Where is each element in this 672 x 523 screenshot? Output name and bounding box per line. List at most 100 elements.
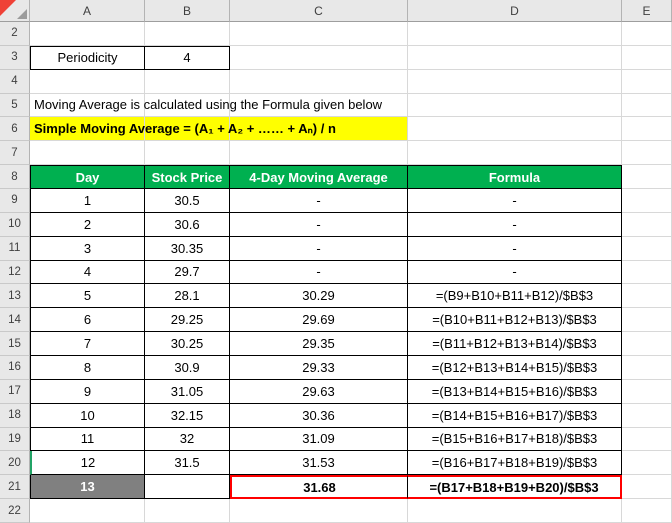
row-header-11[interactable]: 11 (0, 237, 30, 261)
cell-A3[interactable]: Periodicity (30, 46, 145, 70)
cell-D13[interactable]: =(B9+B10+B11+B12)/$B$3 (408, 284, 622, 308)
cell-E20[interactable] (622, 451, 672, 475)
cell-B16[interactable]: 30.9 (145, 356, 230, 380)
cell-C14[interactable]: 29.69 (230, 308, 408, 332)
cell-D10[interactable]: - (408, 213, 622, 237)
cell-B10[interactable]: 30.6 (145, 213, 230, 237)
cell-E14[interactable] (622, 308, 672, 332)
cell-A14[interactable]: 6 (30, 308, 145, 332)
row-header-22[interactable]: 22 (0, 499, 30, 523)
row-header-13[interactable]: 13 (0, 284, 30, 308)
cell-E9[interactable] (622, 189, 672, 213)
cell-A17[interactable]: 9 (30, 380, 145, 404)
cell-B14[interactable]: 29.25 (145, 308, 230, 332)
column-header-e[interactable]: E (622, 0, 672, 22)
cell-B13[interactable]: 28.1 (145, 284, 230, 308)
cell-C22[interactable] (230, 499, 408, 523)
cell-E15[interactable] (622, 332, 672, 356)
cell-D18[interactable]: =(B14+B15+B16+B17)/$B$3 (408, 404, 622, 428)
cell-A19[interactable]: 11 (30, 428, 145, 452)
cell-D5[interactable] (408, 94, 622, 118)
cell-D17[interactable]: =(B13+B14+B15+B16)/$B$3 (408, 380, 622, 404)
cell-A20[interactable]: 12 (30, 451, 145, 475)
cell-A9[interactable]: 1 (30, 189, 145, 213)
cell-D9[interactable]: - (408, 189, 622, 213)
cell-E5[interactable] (622, 94, 672, 118)
cell-B19[interactable]: 32 (145, 428, 230, 452)
cell-A7[interactable] (30, 141, 145, 165)
cell-C7[interactable] (230, 141, 408, 165)
cell-C13[interactable]: 30.29 (230, 284, 408, 308)
cell-E11[interactable] (622, 237, 672, 261)
row-header-9[interactable]: 9 (0, 189, 30, 213)
cell-A10[interactable]: 2 (30, 213, 145, 237)
cell-C20[interactable]: 31.53 (230, 451, 408, 475)
cell-D19[interactable]: =(B15+B16+B17+B18)/$B$3 (408, 428, 622, 452)
row-header-10[interactable]: 10 (0, 213, 30, 237)
cell-A2[interactable] (30, 22, 145, 46)
cell-E17[interactable] (622, 380, 672, 404)
cell-E12[interactable] (622, 261, 672, 285)
cell-B2[interactable] (145, 22, 230, 46)
cell-E3[interactable] (622, 46, 672, 70)
cell-B4[interactable] (145, 70, 230, 94)
row-header-15[interactable]: 15 (0, 332, 30, 356)
cell-A13[interactable]: 5 (30, 284, 145, 308)
cell-B21[interactable] (145, 475, 230, 499)
cell-E2[interactable] (622, 22, 672, 46)
column-header-a[interactable]: A (30, 0, 145, 22)
cell-A16[interactable]: 8 (30, 356, 145, 380)
cell-C19[interactable]: 31.09 (230, 428, 408, 452)
cell-D7[interactable] (408, 141, 622, 165)
cell-A15[interactable]: 7 (30, 332, 145, 356)
cell-D21[interactable]: =(B17+B18+B19+B20)/$B$3 (408, 475, 622, 499)
cell-D20[interactable]: =(B16+B17+B18+B19)/$B$3 (408, 451, 622, 475)
row-header-18[interactable]: 18 (0, 404, 30, 428)
cell-B20[interactable]: 31.5 (145, 451, 230, 475)
cell-C16[interactable]: 29.33 (230, 356, 408, 380)
cell-C9[interactable]: - (230, 189, 408, 213)
cell-C12[interactable]: - (230, 261, 408, 285)
cell-E4[interactable] (622, 70, 672, 94)
cell-B9[interactable]: 30.5 (145, 189, 230, 213)
cell-B22[interactable] (145, 499, 230, 523)
cell-D6[interactable] (408, 117, 622, 141)
cell-A22[interactable] (30, 499, 145, 523)
cell-E18[interactable] (622, 404, 672, 428)
cell-B3[interactable]: 4 (145, 46, 230, 70)
cell-C2[interactable] (230, 22, 408, 46)
cell-C8[interactable]: 4-Day Moving Average (230, 165, 408, 189)
column-header-d[interactable]: D (408, 0, 622, 22)
cell-E13[interactable] (622, 284, 672, 308)
cell-D2[interactable] (408, 22, 622, 46)
cell-D11[interactable]: - (408, 237, 622, 261)
select-all-corner[interactable] (0, 0, 30, 22)
cell-E19[interactable] (622, 428, 672, 452)
row-header-3[interactable]: 3 (0, 46, 30, 70)
cell-D12[interactable]: - (408, 261, 622, 285)
cell-C21[interactable]: 31.68 (230, 475, 408, 499)
cell-D14[interactable]: =(B10+B11+B12+B13)/$B$3 (408, 308, 622, 332)
cell-D16[interactable]: =(B12+B13+B14+B15)/$B$3 (408, 356, 622, 380)
cell-C11[interactable]: - (230, 237, 408, 261)
cell-D8[interactable]: Formula (408, 165, 622, 189)
row-header-2[interactable]: 2 (0, 22, 30, 46)
cell-A5[interactable]: Moving Average is calculated using the F… (30, 94, 145, 118)
row-header-19[interactable]: 19 (0, 428, 30, 452)
row-header-4[interactable]: 4 (0, 70, 30, 94)
cell-E21[interactable] (622, 475, 672, 499)
column-header-b[interactable]: B (145, 0, 230, 22)
cell-D4[interactable] (408, 70, 622, 94)
row-header-20[interactable]: 20 (0, 451, 30, 475)
cell-C10[interactable]: - (230, 213, 408, 237)
cell-A11[interactable]: 3 (30, 237, 145, 261)
row-header-7[interactable]: 7 (0, 141, 30, 165)
row-header-21[interactable]: 21 (0, 475, 30, 499)
cell-E7[interactable] (622, 141, 672, 165)
row-header-12[interactable]: 12 (0, 261, 30, 285)
column-header-c[interactable]: C (230, 0, 408, 22)
cell-E10[interactable] (622, 213, 672, 237)
cell-A8[interactable]: Day (30, 165, 145, 189)
row-header-14[interactable]: 14 (0, 308, 30, 332)
row-header-16[interactable]: 16 (0, 356, 30, 380)
